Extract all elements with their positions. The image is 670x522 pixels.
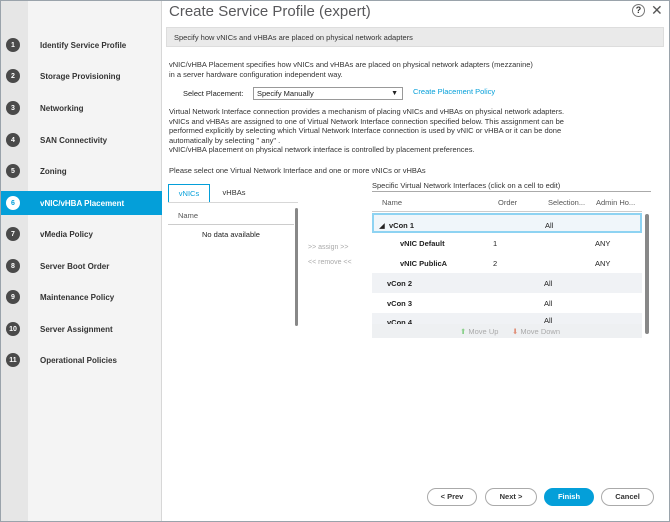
tab-vhbas[interactable]: vHBAs [214,184,254,202]
instruction-text: Please select one Virtual Network Interf… [169,166,426,175]
arrow-down-icon: ⬇ [512,327,519,336]
vni-text-1: Virtual Network Interface connection pro… [169,107,565,116]
arrow-up-icon: ⬆ [460,327,467,336]
column-header-admin-host[interactable]: Admin Ho... [596,198,635,207]
dialog-title: Create Service Profile (expert) [169,3,371,20]
finish-button[interactable]: Finish [544,488,594,506]
vni-text-3: performed explicitly by selecting which … [169,126,562,135]
next-button[interactable]: Next > [485,488,537,506]
wizard-sidebar: 1 Identify Service Profile 2 Storage Provi… [1,1,162,521]
vni-text-5: vNIC/vHBA placement on physical network … [169,145,475,154]
vni-text-4: automatically by selecting " any" . [169,135,281,145]
step-identify-service-profile[interactable]: 1 Identify Service Profile [1,33,162,57]
step-san-connectivity[interactable]: 4 SAN Connectivity [1,128,162,152]
select-placement-label: Select Placement: [183,89,244,98]
cancel-button[interactable]: Cancel [601,488,654,506]
vni-text-2: vNICs and vHBAs are assigned to one of V… [169,116,564,126]
column-header-order[interactable]: Order [498,198,517,207]
tab-vnics[interactable]: vNICs [168,184,210,202]
move-up-button[interactable]: ⬆ Move Up [460,327,498,336]
help-icon[interactable]: ? [632,4,645,17]
vnic-list-panel: Name No data available [168,202,298,326]
column-header-name: Name [178,211,199,220]
description-line-1: vNIC/vHBA Placement specifies how vNICs … [169,60,533,69]
step-server-boot-order[interactable]: 8 Server Boot Order [1,254,162,278]
step-networking[interactable]: 3 Networking [1,96,162,120]
table-row[interactable]: vCon 2 All [372,273,642,293]
empty-message: No data available [202,230,260,239]
vni-table-title: Specific Virtual Network Interfaces (cli… [372,181,561,190]
vni-table: Name Order Selection... Admin Ho... ◢ vC… [372,191,651,339]
close-icon[interactable]: ✕ [651,2,663,19]
description-line-2: in a server hardware configuration indep… [169,70,343,79]
move-toolbar: ⬆ Move Up ⬇ Move Down [372,324,642,338]
table-row[interactable]: vNIC PublicA 2 ANY [372,253,642,273]
create-placement-policy-link[interactable]: Create Placement Policy [413,87,495,96]
right-scrollbar[interactable] [645,214,649,334]
step-server-assignment[interactable]: 10 Server Assignment [1,317,162,341]
info-banner: Specify how vNICs and vHBAs are placed o… [166,27,664,47]
step-maintenance-policy[interactable]: 9 Maintenance Policy [1,285,162,309]
vnic-vhba-tabs: vNICs vHBAs [168,184,298,202]
step-vnic-vhba-placement[interactable]: 6 vNIC/vHBA Placement [1,191,162,215]
assign-button[interactable]: >> assign >> [308,244,348,251]
table-row[interactable]: ◢ vCon 1 All [372,213,642,233]
placement-select[interactable]: Specify Manually ▼ [253,87,403,100]
step-operational-policies[interactable]: 11 Operational Policies [1,348,162,372]
move-down-button[interactable]: ⬇ Move Down [512,327,560,336]
remove-button[interactable]: << remove << [308,259,352,266]
prev-button[interactable]: < Prev [427,488,477,506]
table-row[interactable]: vCon 3 All [372,293,642,313]
column-header-name[interactable]: Name [382,198,402,207]
step-vmedia-policy[interactable]: 7 vMedia Policy [1,222,162,246]
vni-table-header: Name Order Selection... Admin Ho... [372,192,642,212]
step-storage-provisioning[interactable]: 2 Storage Provisioning [1,64,162,88]
left-scrollbar[interactable] [295,208,298,326]
collapse-icon[interactable]: ◢ [379,221,385,230]
column-header-selection[interactable]: Selection... [548,198,585,207]
step-zoning[interactable]: 5 Zoning [1,159,162,183]
chevron-down-icon: ▼ [391,90,398,97]
table-row[interactable]: vNIC Default 1 ANY [372,233,642,253]
